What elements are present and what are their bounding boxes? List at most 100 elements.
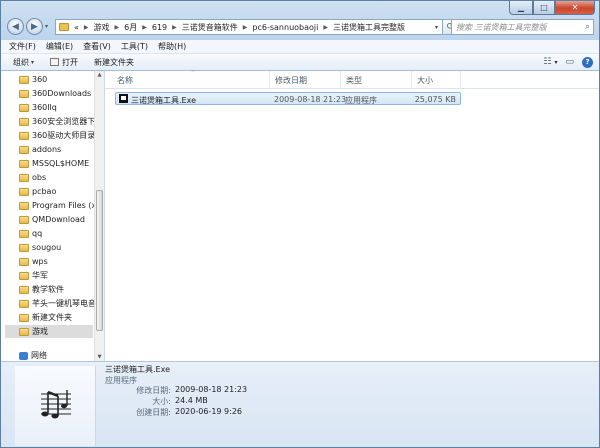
- tree-label: 360Downloads: [32, 89, 92, 98]
- folder-icon: [19, 243, 29, 252]
- tree-label: 芊头一键机琴电音: [32, 299, 96, 308]
- folder-icon: [19, 271, 29, 280]
- address-overflow[interactable]: «: [72, 23, 81, 32]
- file-type: 应用程序: [345, 96, 377, 105]
- column-divider[interactable]: [411, 71, 412, 88]
- file-row[interactable]: 三诺煲箱工具.Exe 2009-08-18 21:23 应用程序 25,075 …: [115, 92, 461, 105]
- file-list: 名称 ^ 修改日期 类型 大小 三诺煲箱工具.Exe 2009-08-18 21…: [105, 70, 599, 361]
- breadcrumb-segment[interactable]: ▶ pc6-sannuobaoji: [240, 23, 321, 32]
- command-bar: 组织 ▾ 打开 新建文件夹 ☷ ▾ ▭ ?: [1, 54, 599, 71]
- tree-item[interactable]: 360驱动大师目录: [19, 129, 97, 142]
- help-icon[interactable]: ?: [582, 56, 593, 68]
- breadcrumb-segment[interactable]: ▶ 6月: [112, 22, 140, 33]
- folder-icon: [59, 23, 69, 31]
- folder-icon: [19, 285, 29, 294]
- tree-item[interactable]: 360: [19, 73, 97, 86]
- tree-item-network[interactable]: 网络: [19, 350, 47, 361]
- back-button[interactable]: ◀: [7, 18, 24, 35]
- breadcrumb-segment[interactable]: ▶ 三诺煲音箱软件: [169, 22, 240, 33]
- forward-button[interactable]: ▶: [26, 18, 43, 35]
- column-divider[interactable]: [269, 71, 270, 88]
- details-filename: 三诺煲箱工具.Exe: [105, 365, 171, 374]
- tree-label: 游戏: [32, 327, 48, 336]
- folder-icon: [19, 75, 29, 84]
- close-button[interactable]: ✕: [555, 1, 595, 15]
- tree-item[interactable]: qq: [19, 227, 97, 240]
- tree-item[interactable]: 360安全浏览器下载: [19, 115, 97, 128]
- folder-icon: [19, 257, 29, 266]
- tree-label: qq: [32, 229, 43, 238]
- scroll-up-arrow[interactable]: ▲: [95, 72, 104, 78]
- recent-pages-dropdown[interactable]: ▾: [45, 23, 48, 30]
- preview-pane-icon[interactable]: ▭: [565, 57, 574, 67]
- modified-value: 2009-08-18 21:23: [175, 385, 248, 394]
- breadcrumb-segment[interactable]: ▶ 619: [139, 23, 169, 32]
- column-date[interactable]: 修改日期: [275, 75, 307, 86]
- tree-item[interactable]: 教学软件: [19, 283, 97, 296]
- new-folder-button[interactable]: 新建文件夹: [94, 57, 134, 68]
- menu-help[interactable]: 帮助(H): [158, 41, 186, 52]
- tree-item[interactable]: 新建文件夹: [19, 311, 97, 324]
- tree-item[interactable]: sougou: [19, 241, 97, 254]
- folder-icon: [19, 201, 29, 210]
- tree-item-selected[interactable]: 游戏: [5, 325, 93, 338]
- folder-icon: [19, 229, 29, 238]
- open-label: 打开: [62, 57, 79, 67]
- folder-icon: [19, 215, 29, 224]
- column-divider[interactable]: [460, 71, 461, 88]
- tree-item[interactable]: 华军: [19, 269, 97, 282]
- navigation-pane: 360 360Downloads 360llq 360安全浏览器下载 360驱动…: [1, 71, 105, 361]
- scroll-thumb[interactable]: [96, 190, 103, 331]
- menu-edit[interactable]: 编辑(E): [46, 41, 73, 52]
- tree-label: pcbao: [32, 187, 57, 196]
- tree-item[interactable]: obs: [19, 171, 97, 184]
- scroll-down-arrow[interactable]: ▼: [95, 354, 104, 360]
- minimize-button[interactable]: ▁: [509, 1, 533, 15]
- open-icon: [50, 58, 60, 66]
- search-icon[interactable]: ⌕: [585, 22, 590, 32]
- explorer-window: ▁ □ ✕ ◀ ▶ ▾ « ▶ 游戏 ▶ 6月 ▶ 619 ▶ 三诺煲音箱软件 ▶ pc6…: [0, 0, 600, 448]
- column-size[interactable]: 大小: [417, 75, 433, 86]
- maximize-button[interactable]: □: [533, 1, 555, 15]
- nav-scrollbar[interactable]: ▲ ▼: [94, 71, 104, 361]
- tree-item[interactable]: MSSQL$HOME: [19, 157, 97, 170]
- search-input[interactable]: 搜索 三诺煲箱工具完整版 ⌕: [451, 19, 594, 35]
- tree-label: Program Files (x86): [32, 201, 97, 210]
- tree-item[interactable]: pcbao: [19, 185, 97, 198]
- column-headers: 名称 ^ 修改日期 类型 大小: [105, 70, 599, 89]
- tree-item[interactable]: 360llq: [19, 101, 97, 114]
- tree-label: QMDownload: [32, 215, 85, 224]
- folder-icon: [19, 145, 29, 154]
- tree-item[interactable]: addons: [19, 143, 97, 156]
- folder-icon: [19, 117, 29, 126]
- tree-item[interactable]: 芊头一键机琴电音: [19, 297, 97, 310]
- column-divider[interactable]: [340, 71, 341, 88]
- menu-tools[interactable]: 工具(T): [121, 41, 148, 52]
- organize-button[interactable]: 组织 ▾: [13, 57, 34, 68]
- menu-file[interactable]: 文件(F): [9, 41, 36, 52]
- views-icon[interactable]: ☷: [543, 57, 551, 67]
- created-value: 2020-06-19 9:26: [175, 407, 242, 416]
- menu-view[interactable]: 查看(V): [83, 41, 111, 52]
- views-dropdown[interactable]: ▾: [554, 59, 557, 66]
- column-name[interactable]: 名称: [117, 75, 133, 86]
- toolbar-right: ☷ ▾ ▭ ?: [535, 56, 593, 68]
- folder-icon: [19, 187, 29, 196]
- window-controls: ▁ □ ✕: [509, 1, 595, 15]
- breadcrumb-segment[interactable]: ▶ 三诺煲箱工具完整版: [320, 22, 407, 33]
- tree-item[interactable]: wps: [19, 255, 97, 268]
- tree-item[interactable]: 360Downloads: [19, 87, 97, 100]
- breadcrumb-segment[interactable]: ▶ 游戏: [81, 22, 112, 33]
- address-bar[interactable]: « ▶ 游戏 ▶ 6月 ▶ 619 ▶ 三诺煲音箱软件 ▶ pc6-sannuobaoji…: [55, 19, 443, 35]
- address-dropdown[interactable]: ▾: [431, 24, 442, 31]
- tree-item[interactable]: QMDownload: [19, 213, 97, 226]
- open-button[interactable]: 打开: [50, 57, 78, 68]
- folder-icon: [19, 173, 29, 182]
- column-type[interactable]: 类型: [346, 75, 362, 86]
- tree-label: 华军: [32, 271, 48, 280]
- tree-item[interactable]: Program Files (x86): [19, 199, 97, 212]
- created-label: 创建日期:: [136, 408, 171, 417]
- file-size: 25,075 KB: [414, 95, 456, 104]
- tree-label: 360llq: [32, 103, 57, 112]
- organize-label: 组织: [13, 57, 29, 67]
